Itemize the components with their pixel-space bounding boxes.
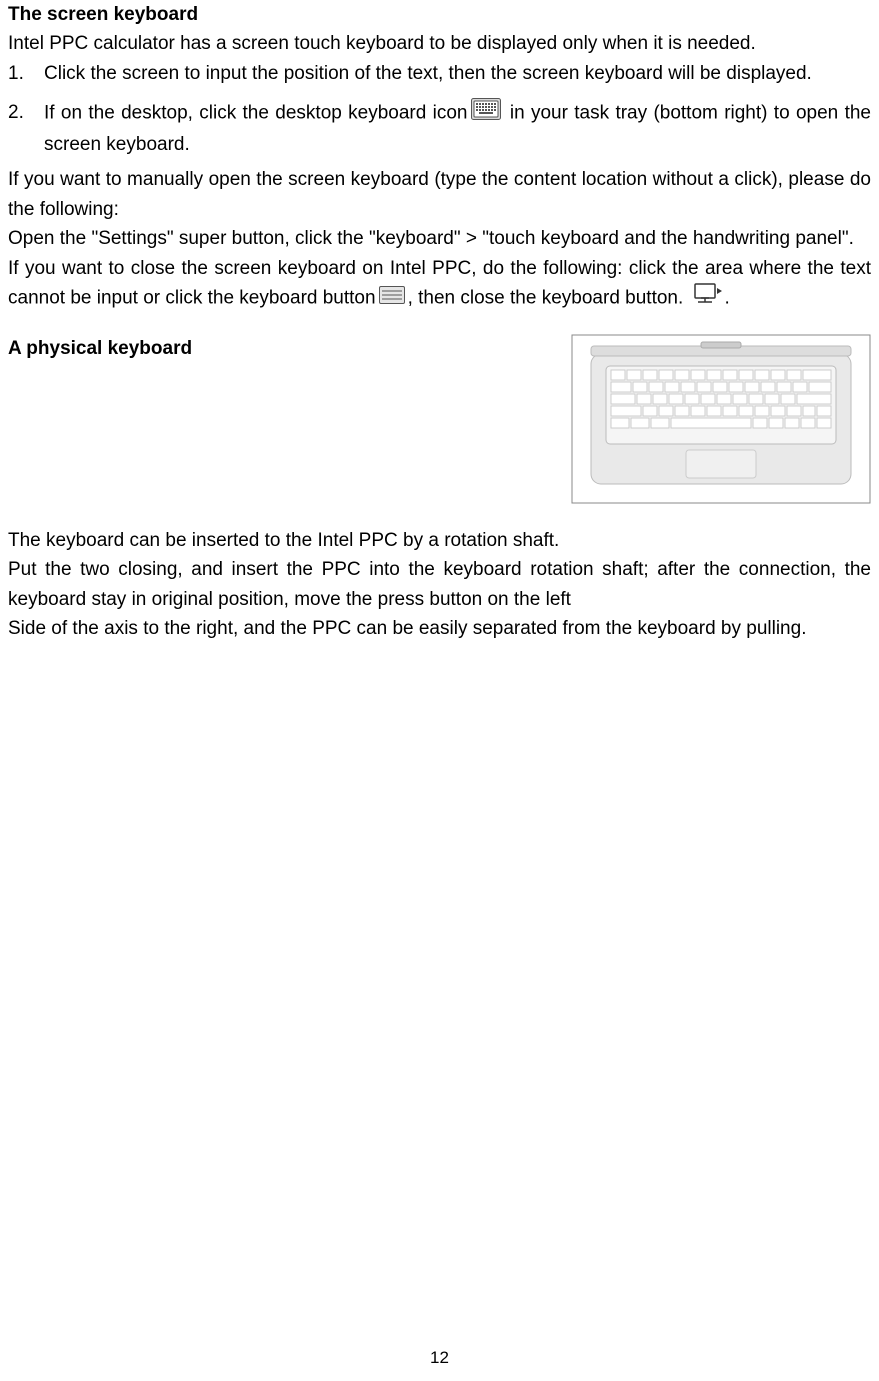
page-number: 12 (0, 1345, 879, 1371)
close-text-b: , then close the keyboard button. (408, 288, 689, 309)
close-text-c: . (725, 288, 730, 309)
physical-keyboard-image (571, 334, 871, 513)
list-number-1: 1. (8, 59, 44, 88)
list-text-1: Click the screen to input the position o… (44, 59, 871, 88)
close-kbd-text: If you want to close the screen keyboard… (8, 254, 871, 315)
phys-text-3: Side of the axis to the right, and the P… (8, 614, 871, 643)
document-page: The screen keyboard Intel PPC calculator… (0, 0, 879, 1381)
keyboard-tray-icon (471, 98, 501, 129)
list-text-2: If on the desktop, click the desktop key… (44, 98, 871, 159)
keyboard-button-icon (379, 284, 405, 313)
list-text-2a: If on the desktop, click the desktop key… (44, 103, 468, 124)
monitor-close-icon (692, 283, 722, 314)
manual-open-2: Open the "Settings" super button, click … (8, 224, 871, 253)
manual-open-1: If you want to manually open the screen … (8, 165, 871, 224)
list-item-1: 1. Click the screen to input the positio… (8, 59, 871, 88)
phys-text-1: The keyboard can be inserted to the Inte… (8, 526, 871, 555)
phys-text-2: Put the two closing, and insert the PPC … (8, 555, 871, 614)
heading-screen-keyboard: The screen keyboard (8, 0, 871, 29)
list-number-2: 2. (8, 98, 44, 159)
intro-text: Intel PPC calculator has a screen touch … (8, 29, 871, 58)
list-item-2: 2. If on the desktop, click the desktop … (8, 98, 871, 159)
